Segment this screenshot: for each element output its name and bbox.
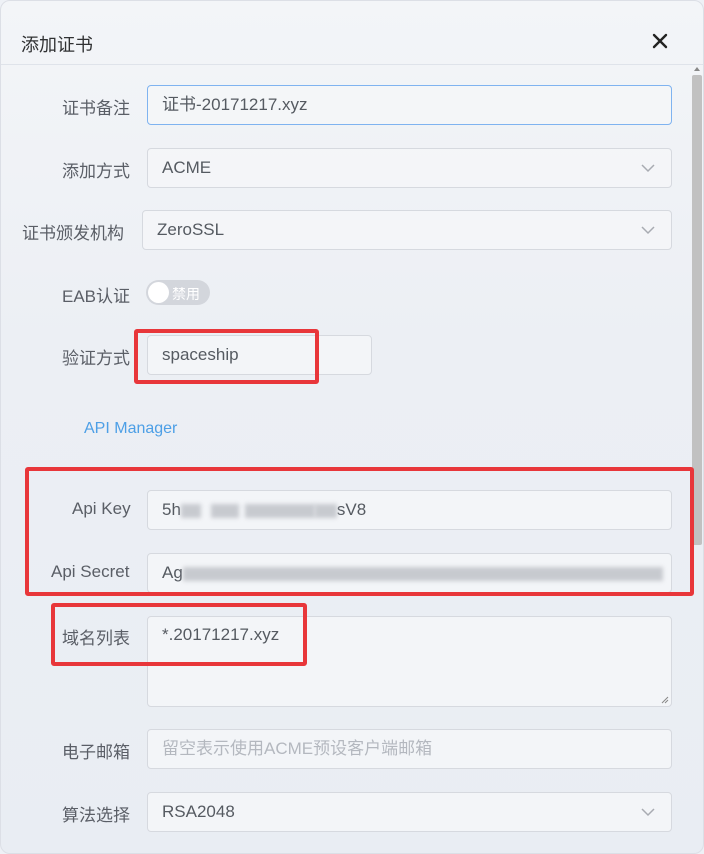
email-input[interactable]: 留空表示使用ACME预设客户端邮箱 bbox=[147, 729, 672, 769]
highlight-box-api bbox=[25, 467, 694, 596]
toggle-knob bbox=[148, 282, 169, 303]
issuer-select[interactable]: ZeroSSL bbox=[142, 210, 672, 250]
issuer-value: ZeroSSL bbox=[157, 220, 225, 239]
highlight-box-verify bbox=[134, 329, 319, 384]
algorithm-value: RSA2048 bbox=[162, 802, 235, 821]
chevron-down-icon bbox=[641, 226, 655, 235]
scrollbar[interactable] bbox=[691, 65, 703, 853]
remark-value: 证书-20171217.xyz bbox=[162, 95, 308, 114]
add-certificate-dialog: 添加证书 证书备注 证书-20171217.xyz 添加方式 ACME 证书颁发… bbox=[0, 0, 704, 854]
algorithm-select[interactable]: RSA2048 bbox=[147, 792, 672, 832]
api-manager-link[interactable]: API Manager bbox=[84, 420, 177, 438]
close-icon[interactable] bbox=[649, 30, 671, 52]
add-method-select[interactable]: ACME bbox=[147, 148, 672, 188]
highlight-box-domains bbox=[51, 603, 307, 666]
eab-toggle-text: 禁用 bbox=[172, 286, 200, 302]
dialog-header: 添加证书 bbox=[1, 1, 703, 65]
verify-method-label: 验证方式 bbox=[62, 349, 130, 368]
remark-label: 证书备注 bbox=[62, 99, 130, 118]
chevron-down-icon bbox=[641, 808, 655, 817]
email-label: 电子邮箱 bbox=[62, 743, 130, 762]
dialog-title: 添加证书 bbox=[21, 35, 93, 55]
add-method-label: 添加方式 bbox=[62, 162, 130, 181]
remark-input[interactable]: 证书-20171217.xyz bbox=[147, 85, 672, 125]
resize-handle-icon[interactable] bbox=[661, 696, 669, 704]
eab-label: EAB认证 bbox=[62, 287, 131, 306]
algorithm-label: 算法选择 bbox=[62, 806, 130, 825]
issuer-label: 证书颁发机构 bbox=[22, 224, 124, 243]
eab-toggle[interactable]: 禁用 bbox=[146, 280, 210, 305]
scroll-up-arrow-icon[interactable] bbox=[694, 67, 700, 71]
email-placeholder: 留空表示使用ACME预设客户端邮箱 bbox=[162, 739, 433, 758]
add-method-value: ACME bbox=[162, 158, 212, 177]
chevron-down-icon bbox=[641, 164, 655, 173]
